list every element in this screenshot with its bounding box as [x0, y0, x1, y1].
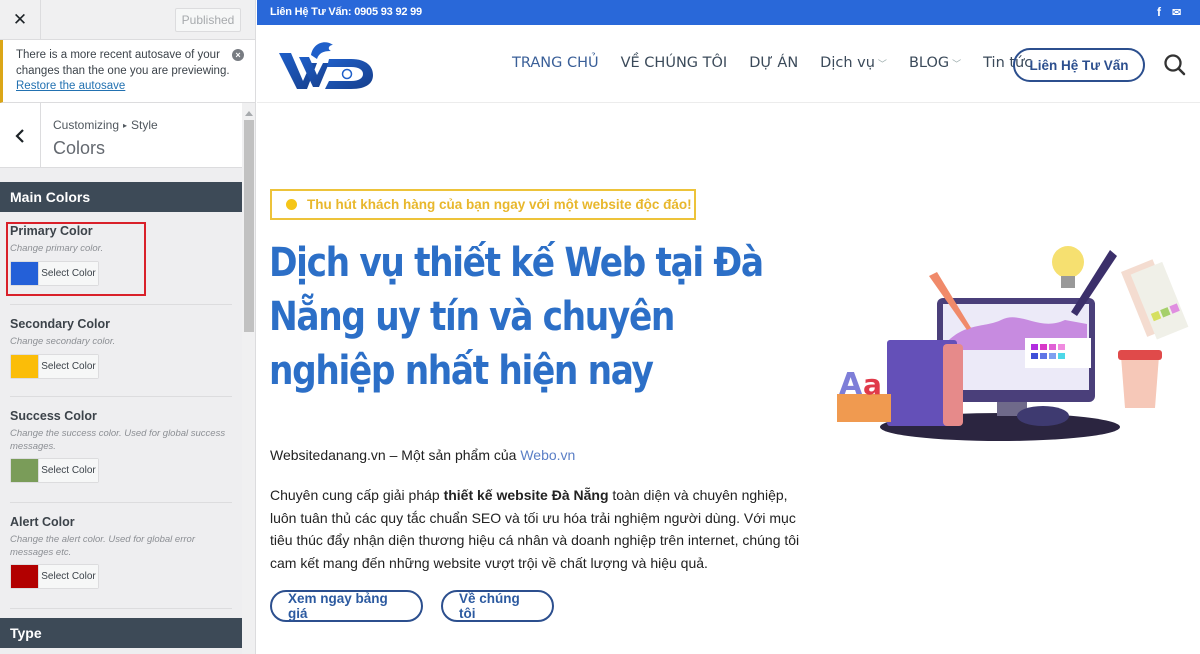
illus-swatch: [1040, 353, 1047, 359]
illus-swatch: [1049, 353, 1056, 359]
chevron-left-icon: [15, 128, 24, 143]
illus-letter-a: A: [839, 367, 863, 402]
control-success-color: Success Color Change the success color. …: [10, 409, 232, 483]
screen: ✕ Published There is a more recent autos…: [0, 0, 1200, 654]
divider: [10, 608, 232, 609]
illus-swatch: [1031, 353, 1038, 359]
contact-phone[interactable]: Liên Hệ Tư Vấn: 0905 93 92 99: [270, 6, 422, 18]
color-swatch: [11, 565, 38, 588]
divider: [10, 304, 232, 305]
top-bar: Liên Hệ Tư Vấn: 0905 93 92 99 f ✉: [257, 0, 1200, 25]
illus-bulb: [1052, 246, 1084, 278]
back-button[interactable]: [0, 103, 41, 168]
webo-link[interactable]: Webo.vn: [520, 447, 575, 463]
group-main-colors[interactable]: Main Colors: [0, 182, 242, 212]
breadcrumb: Customizing ▸ Style: [53, 118, 158, 132]
site-logo[interactable]: [277, 37, 377, 93]
nav-item-trang-chu[interactable]: TRANG CHỦ: [512, 55, 599, 71]
byline: Websitedanang.vn – Một sản phẩm của Webo…: [270, 447, 575, 463]
illus-palette: [1121, 259, 1189, 340]
contact-cta-button[interactable]: Liên Hệ Tư Vấn: [1013, 48, 1145, 82]
select-color-button[interactable]: Select Color: [10, 458, 99, 483]
scroll-up-arrow-icon[interactable]: [245, 111, 253, 116]
group-type[interactable]: Type: [0, 618, 242, 648]
illus-swatch: [1058, 353, 1065, 359]
illus-swatch: [1058, 344, 1065, 350]
control-description: Change the alert color. Used for global …: [10, 534, 195, 558]
facebook-icon[interactable]: f: [1157, 5, 1161, 19]
nav-item-ve-chung-toi[interactable]: VỀ CHÚNG TÔI: [621, 55, 728, 71]
illus-cup: [1121, 356, 1159, 408]
desc-text: Chuyên cung cấp giải pháp: [270, 487, 444, 503]
control-alert-color: Alert Color Change the alert color. Used…: [10, 515, 232, 589]
divider: [10, 502, 232, 503]
about-us-button[interactable]: Về chúng tôi: [441, 590, 554, 622]
divider: [10, 396, 232, 397]
section-title: Colors: [53, 138, 106, 158]
tagline-text: Thu hút khách hàng của bạn ngay với một …: [307, 197, 692, 212]
illus-bulb-base: [1061, 276, 1075, 288]
autosave-notice: There is a more recent autosave of your …: [0, 40, 255, 103]
dismiss-notice-icon[interactable]: ×: [232, 49, 244, 61]
control-title: Alert Color: [10, 515, 75, 529]
site-preview: Liên Hệ Tư Vấn: 0905 93 92 99 f ✉ TRANG …: [257, 0, 1200, 654]
dot-icon: [286, 199, 297, 210]
hero-buttons: Xem ngay bảng giá Về chúng tôi: [270, 590, 554, 622]
close-customizer-button[interactable]: ✕: [0, 0, 41, 40]
chevron-down-icon: ﹀: [877, 59, 887, 70]
hero-description: Chuyên cung cấp giải pháp thiết kế websi…: [270, 484, 800, 574]
breadcrumb-root: Customizing: [53, 118, 120, 132]
select-color-button[interactable]: Select Color: [10, 564, 99, 589]
control-description: Change secondary color.: [10, 336, 116, 347]
main-header: TRANG CHỦ VỀ CHÚNG TÔI DỰ ÁN Dịch vụ ﹀ BL…: [257, 25, 1200, 103]
hero-title: Dịch vụ thiết kế Web tại Đà Nẵng uy tín …: [269, 240, 764, 394]
control-description: Change the success color. Used for globa…: [10, 428, 226, 452]
illus-letter-a2: a: [863, 368, 882, 401]
sidebar-scrollbar[interactable]: [242, 103, 255, 654]
desc-keyword: thiết kế website Đà Nẵng: [443, 487, 609, 503]
breadcrumb-separator-icon: ▸: [123, 121, 128, 130]
publish-button[interactable]: Published: [175, 8, 241, 32]
illus-cup-lid: [1118, 350, 1162, 360]
section-header: Customizing ▸ Style Colors: [0, 103, 242, 168]
breadcrumb-parent: Style: [131, 118, 158, 132]
nav-item-blog[interactable]: BLOG ﹀: [909, 55, 961, 71]
control-title: Success Color: [10, 409, 97, 423]
select-color-button[interactable]: Select Color: [10, 353, 99, 379]
select-color-label: Select Color: [38, 354, 98, 378]
control-secondary-color: Secondary Color Change secondary color. …: [10, 317, 232, 379]
view-pricing-button[interactable]: Xem ngay bảng giá: [270, 590, 423, 622]
customizer-sidebar: ✕ Published There is a more recent autos…: [0, 0, 256, 654]
color-swatch: [11, 459, 38, 482]
select-color-label: Select Color: [38, 565, 98, 588]
close-icon: ✕: [12, 10, 28, 29]
color-swatch: [11, 354, 38, 378]
customizer-header: ✕ Published: [0, 0, 255, 40]
chevron-down-icon: ﹀: [952, 59, 962, 70]
illus-book-spine: [943, 344, 963, 426]
scrollbar-thumb[interactable]: [244, 120, 254, 332]
restore-autosave-link[interactable]: Restore the autosave: [16, 80, 125, 92]
notice-text: There is a more recent autosave of your …: [16, 49, 230, 77]
nav-item-du-an[interactable]: DỰ ÁN: [749, 55, 798, 71]
nav-item-dich-vu[interactable]: Dịch vụ ﹀: [820, 55, 887, 71]
control-title: Secondary Color: [10, 317, 111, 331]
search-icon[interactable]: [1163, 53, 1187, 77]
main-nav: TRANG CHỦ VỀ CHÚNG TÔI DỰ ÁN Dịch vụ ﹀ BL…: [512, 55, 1032, 71]
select-color-label: Select Color: [38, 459, 98, 482]
illus-mouse: [1017, 406, 1069, 426]
byline-text: Websitedanang.vn – Một sản phẩm của: [270, 447, 521, 463]
hero-illustration: A a: [837, 246, 1189, 441]
illus-swatch: [1040, 344, 1047, 350]
highlight-annotation: [6, 222, 146, 296]
tagline-badge: Thu hút khách hàng của bạn ngay với một …: [270, 189, 696, 220]
illus-swatch: [1031, 344, 1038, 350]
email-icon[interactable]: ✉: [1172, 6, 1181, 19]
illus-swatch: [1049, 344, 1056, 350]
